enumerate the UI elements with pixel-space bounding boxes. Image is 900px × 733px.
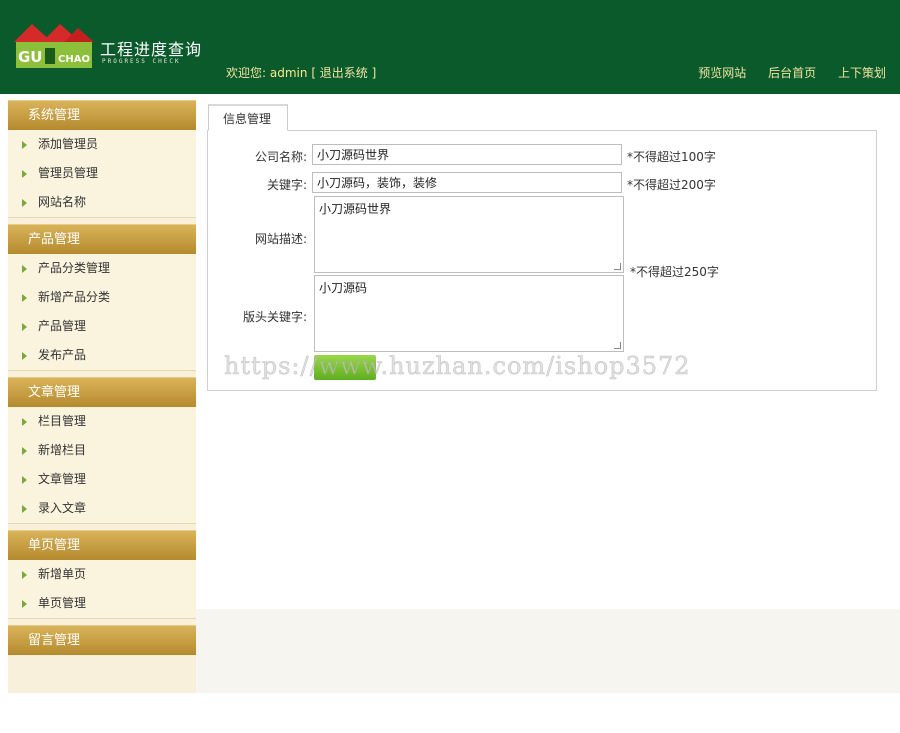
company-name-hint: *不得超过100字 (627, 150, 716, 164)
welcome-prefix: 欢迎您: (226, 66, 267, 80)
watermark-text: https://www.huzhan.com/ishop3572 (224, 352, 691, 381)
resize-handle-icon[interactable] (614, 342, 621, 349)
keywords-input[interactable] (312, 172, 622, 193)
arrow-right-icon (22, 418, 27, 426)
top-links: 预览网站 后台首页 上下策划 (680, 64, 886, 81)
sidebar-item-article-manage[interactable]: 文章管理 (8, 465, 196, 494)
svg-text:CHAO: CHAO (58, 54, 90, 65)
arrow-right-icon (22, 323, 27, 331)
sidebar-group-message: 留言管理 (8, 625, 196, 655)
sidebar-item-add-article[interactable]: 录入文章 (8, 494, 196, 523)
arrow-right-icon (22, 505, 27, 513)
arrow-right-icon (22, 199, 27, 207)
sidebar-group-system: 系统管理 添加管理员 管理员管理 网站名称 (8, 100, 196, 218)
sidebar-item-add-page[interactable]: 新增单页 (8, 560, 196, 589)
sidebar-group-title[interactable]: 文章管理 (8, 377, 196, 407)
top-header: GU CHAO 工程进度查询 PROGRESS CHECK 欢迎您: admin… (0, 0, 900, 94)
sidebar-item-add-category[interactable]: 新增产品分类 (8, 283, 196, 312)
header-keywords-textarea[interactable]: 小刀源码 (314, 275, 624, 352)
sidebar-item-admin-manage[interactable]: 管理员管理 (8, 159, 196, 188)
arrow-right-icon (22, 476, 27, 484)
arrow-right-icon (22, 170, 27, 178)
arrow-right-icon (22, 600, 27, 608)
site-description-textarea[interactable]: 小刀源码世界 (314, 196, 624, 273)
site-description-hint: *不得超过250字 (630, 265, 719, 279)
arrow-right-icon (22, 141, 27, 149)
welcome-bar: 欢迎您: admin [ 退出系统 ] (226, 64, 376, 81)
keywords-hint: *不得超过200字 (627, 178, 716, 192)
sidebar-group-product: 产品管理 产品分类管理 新增产品分类 产品管理 发布产品 (8, 224, 196, 371)
sidebar-item-product-manage[interactable]: 产品管理 (8, 312, 196, 341)
sidebar-item-publish-product[interactable]: 发布产品 (8, 341, 196, 370)
planning-link[interactable]: 上下策划 (838, 66, 886, 80)
tab-info-manage[interactable]: 信息管理 (208, 104, 288, 131)
sidebar-item-add-admin[interactable]: 添加管理员 (8, 130, 196, 159)
logout-link[interactable]: [ 退出系统 ] (311, 66, 376, 80)
sidebar-item-page-manage[interactable]: 单页管理 (8, 589, 196, 618)
sidebar-group-article: 文章管理 栏目管理 新增栏目 文章管理 录入文章 (8, 377, 196, 524)
arrow-right-icon (22, 571, 27, 579)
main-footer-bg (196, 609, 900, 693)
resize-handle-icon[interactable] (614, 263, 621, 270)
admin-home-link[interactable]: 后台首页 (768, 66, 816, 80)
sidebar-item-product-category[interactable]: 产品分类管理 (8, 254, 196, 283)
arrow-right-icon (22, 294, 27, 302)
sidebar-item-add-column[interactable]: 新增栏目 (8, 436, 196, 465)
sidebar-group-title[interactable]: 留言管理 (8, 625, 196, 655)
app-title: 工程进度查询 (100, 40, 203, 59)
company-name-input[interactable] (312, 144, 622, 165)
sidebar: 系统管理 添加管理员 管理员管理 网站名称 产品管理 产品分类管理 新增产品分类… (8, 100, 196, 693)
app-subtitle: PROGRESS CHECK (102, 58, 181, 65)
sidebar-group-title[interactable]: 系统管理 (8, 100, 196, 130)
username: admin (269, 66, 308, 80)
keywords-label: 关键字: (266, 178, 307, 192)
company-name-label: 公司名称: (254, 150, 307, 164)
sidebar-item-column-manage[interactable]: 栏目管理 (8, 407, 196, 436)
sidebar-group-title[interactable]: 产品管理 (8, 224, 196, 254)
svg-text:GU: GU (18, 48, 43, 66)
sidebar-group-title[interactable]: 单页管理 (8, 530, 196, 560)
preview-site-link[interactable]: 预览网站 (698, 66, 746, 80)
arrow-right-icon (22, 265, 27, 273)
header-keywords-label: 版头关键字: (242, 310, 307, 324)
arrow-right-icon (22, 447, 27, 455)
arrow-right-icon (22, 352, 27, 360)
sidebar-item-site-name[interactable]: 网站名称 (8, 188, 196, 217)
site-description-label: 网站描述: (254, 232, 307, 246)
sidebar-group-page: 单页管理 新增单页 单页管理 (8, 530, 196, 619)
